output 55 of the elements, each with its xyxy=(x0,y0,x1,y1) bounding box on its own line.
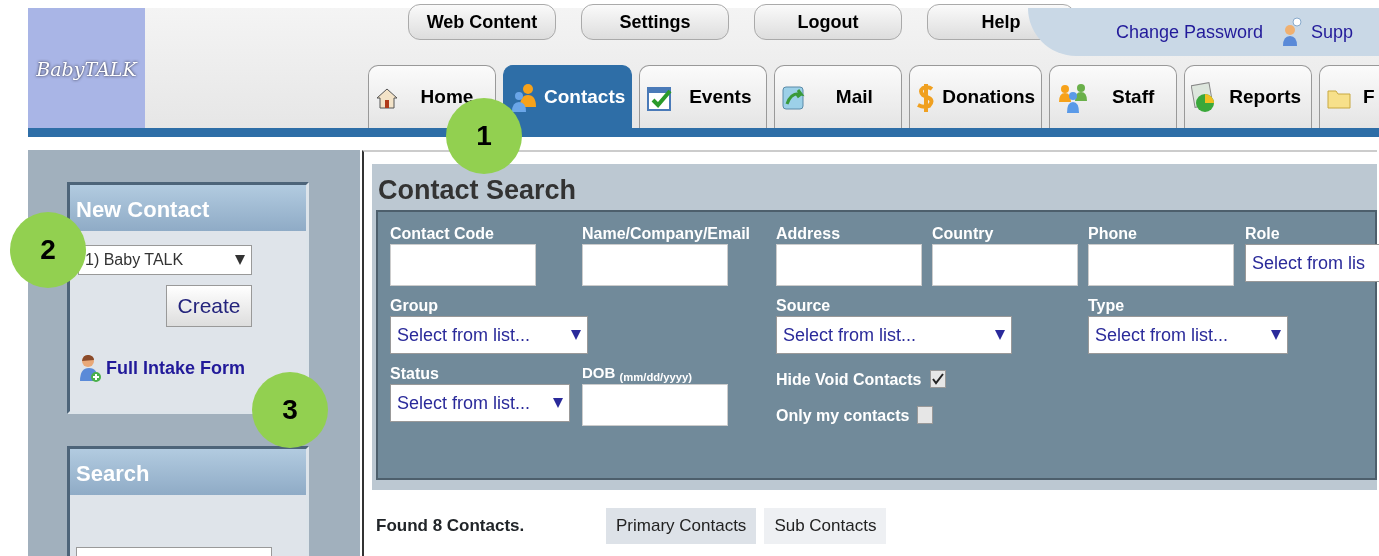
panel-title: Search xyxy=(70,449,306,495)
field-label: Address xyxy=(776,224,842,244)
field-label: Country xyxy=(932,224,995,244)
nav-tab[interactable]: F xyxy=(1319,65,1379,129)
support-person-icon xyxy=(1281,17,1304,47)
select-field[interactable]: Select from list... xyxy=(1088,316,1288,354)
checkbox[interactable] xyxy=(917,406,934,424)
select-field[interactable]: Select from list... xyxy=(390,316,588,354)
subtab[interactable]: Primary Contacts xyxy=(606,508,757,544)
nav-tab[interactable]: Contacts xyxy=(503,65,633,129)
field-label: Contact Code xyxy=(390,224,495,244)
support-link[interactable]: Supp xyxy=(1311,18,1354,46)
intake-form-link[interactable]: Full Intake Form xyxy=(106,354,246,382)
caret-icon xyxy=(1271,329,1281,341)
field-label: Source xyxy=(776,296,832,316)
text-field[interactable] xyxy=(582,384,728,426)
text-field[interactable] xyxy=(776,244,922,286)
caret-icon xyxy=(571,329,581,341)
nav-tab[interactable]: Staff xyxy=(1049,65,1178,129)
field-label: Type xyxy=(1088,296,1126,316)
checkbox-label: Only my contacts xyxy=(776,406,910,426)
contact-type-select[interactable]: 1) Baby TALK xyxy=(78,245,252,275)
caret-icon xyxy=(553,397,563,409)
nav-button[interactable]: Settings xyxy=(581,4,729,40)
nav-tab[interactable]: Donations xyxy=(909,65,1043,129)
text-field[interactable] xyxy=(582,244,728,286)
text-field[interactable] xyxy=(932,244,1078,286)
select-field[interactable]: Select from list... xyxy=(776,316,1012,354)
checkbox[interactable] xyxy=(929,370,946,388)
nav-button[interactable]: Web Content xyxy=(408,4,556,40)
caret-icon xyxy=(995,329,1005,341)
field-label: Status xyxy=(390,364,440,384)
results-count: Found 8 Contacts. xyxy=(376,515,526,537)
people-icon xyxy=(510,82,538,113)
subtab[interactable]: Sub Contacts xyxy=(764,508,887,544)
nav-button[interactable]: Logout xyxy=(754,4,902,40)
nav-tab[interactable]: Events xyxy=(639,65,768,129)
caret-icon xyxy=(235,254,245,266)
change-password-link[interactable]: Change Password xyxy=(1116,18,1264,46)
select-field[interactable]: Select from list... xyxy=(390,384,570,422)
field-label: Name/Company/Email xyxy=(582,224,752,244)
field-label: DOB $_{(mm/dd/yyyy)}$ xyxy=(582,363,694,384)
field-label: Phone xyxy=(1088,224,1138,244)
nav-tab[interactable]: Reports xyxy=(1184,65,1313,129)
panel-title: Contact Search xyxy=(377,174,578,207)
logo-text: BabyTALK xyxy=(36,56,137,82)
field-label: Group xyxy=(390,296,439,316)
text-field[interactable] xyxy=(1088,244,1234,286)
create-button[interactable]: Create xyxy=(166,285,252,327)
add-person-icon xyxy=(78,353,102,383)
checkbox-label: Hide Void Contacts xyxy=(776,370,922,390)
field-label: Role xyxy=(1245,224,1281,244)
select-field[interactable]: Select from lis xyxy=(1245,244,1379,282)
text-field[interactable] xyxy=(390,244,536,286)
nav-tab[interactable]: Mail xyxy=(774,65,903,129)
